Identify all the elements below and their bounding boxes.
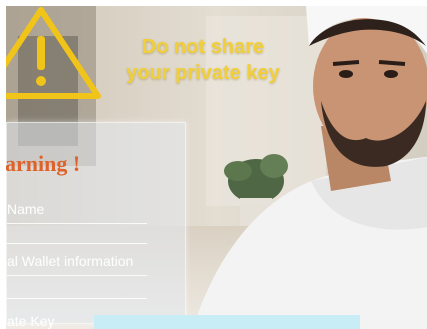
headline-line-2: your private key <box>126 62 280 84</box>
scene: Do not share your private key arning ! N… <box>0 0 427 329</box>
headline-line-1: Do not share <box>141 36 265 58</box>
headline: Do not share your private key <box>98 34 308 86</box>
cyan-bar <box>94 315 360 329</box>
field-underline <box>7 275 147 276</box>
field-label-wallet-information: al Wallet information <box>7 253 134 269</box>
warning-triangle-icon <box>6 7 101 99</box>
field-underline <box>7 243 147 244</box>
field-label-name: Name <box>7 201 45 217</box>
field-label-private-key: ate Key <box>7 313 55 329</box>
field-underline <box>7 223 147 224</box>
field-underline <box>7 298 147 299</box>
photo: Do not share your private key arning ! N… <box>6 6 427 329</box>
panel-title: arning ! <box>6 151 81 176</box>
wallet-form-panel: arning ! Name al Wallet information ate … <box>6 122 186 329</box>
